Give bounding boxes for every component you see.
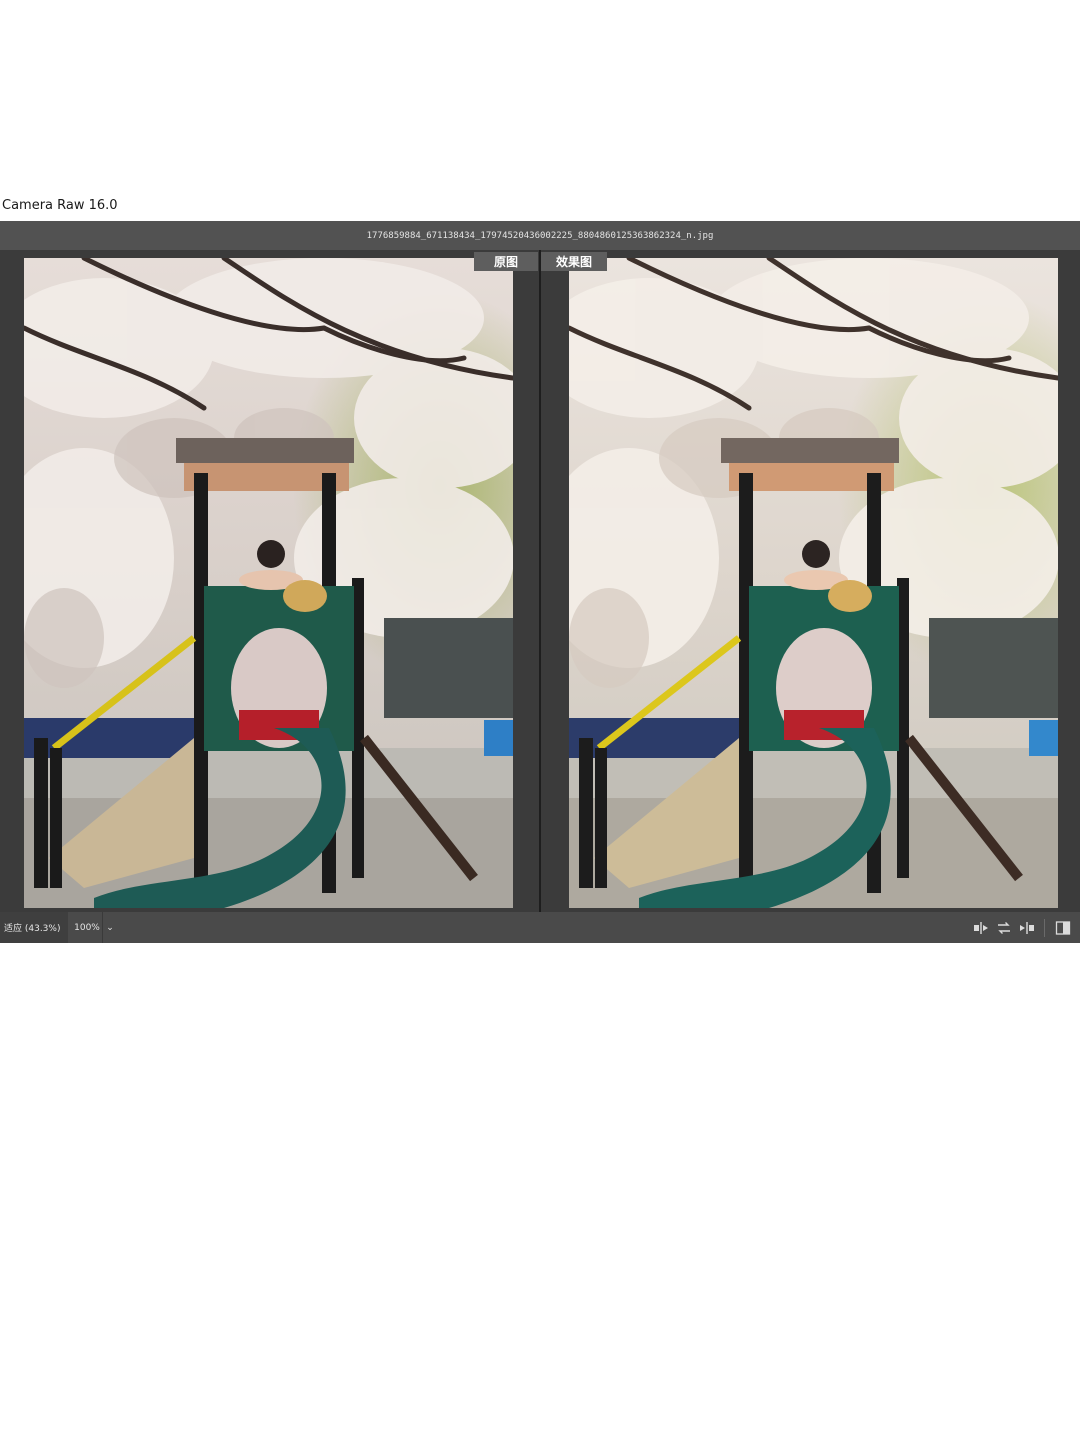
swap-before-after-button[interactable]	[969, 912, 992, 943]
app-title: Camera Raw 16.0	[2, 198, 118, 213]
zoom-dropdown-button[interactable]: ⌄	[102, 912, 117, 943]
zoom-fit-button[interactable]: 适应 (43.3%)	[0, 912, 68, 943]
bottom-toolbar: 适应 (43.3%) 100% ⌄	[0, 912, 1080, 943]
toggle-settings-button[interactable]	[1015, 912, 1038, 943]
zoom-100-button[interactable]: 100%	[72, 912, 102, 943]
preview-area: 原图 效果图	[0, 250, 1080, 912]
swap-before-after-icon	[973, 921, 988, 934]
toolbar-separator	[1044, 918, 1045, 937]
filename-bar: 1776859884_671138434_17974520436002225_8…	[0, 221, 1080, 250]
before-after-view-icon	[1055, 920, 1070, 935]
toggle-settings-icon	[1019, 921, 1034, 934]
copy-settings-button[interactable]	[992, 912, 1015, 943]
filename: 1776859884_671138434_17974520436002225_8…	[366, 230, 714, 241]
before-image[interactable]	[24, 258, 513, 908]
view-tools	[969, 912, 1080, 943]
chevron-down-icon: ⌄	[106, 922, 114, 933]
pane-divider	[539, 250, 541, 912]
after-image[interactable]	[569, 258, 1058, 908]
after-label: 效果图	[541, 252, 607, 271]
copy-settings-icon	[997, 921, 1010, 934]
before-label: 原图	[474, 252, 538, 271]
before-after-view-button[interactable]	[1051, 912, 1074, 943]
camera-raw-window: 1776859884_671138434_17974520436002225_8…	[0, 221, 1080, 943]
